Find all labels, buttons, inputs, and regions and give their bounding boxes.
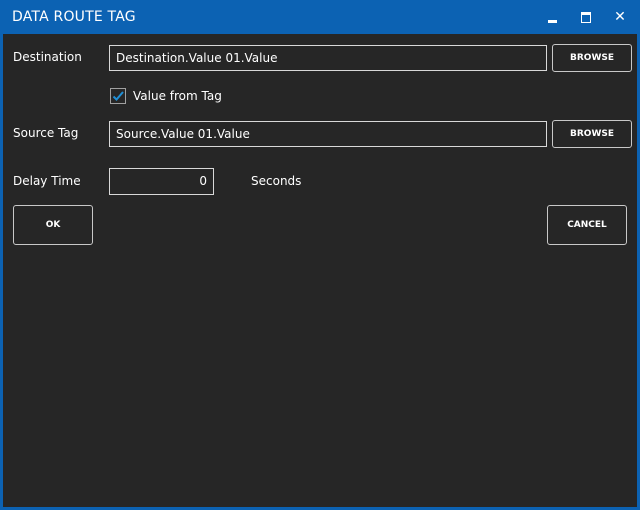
destination-value: Destination.Value 01.Value	[116, 51, 278, 65]
value-from-tag-label: Value from Tag	[133, 89, 222, 103]
cancel-button[interactable]: CANCEL	[547, 205, 627, 245]
source-tag-input[interactable]: Source.Value 01.Value	[109, 121, 547, 147]
dialog-body: Destination Destination.Value 01.Value B…	[3, 34, 637, 507]
dialog-window: DATA ROUTE TAG ✕ Destination Destination…	[0, 0, 640, 510]
delay-time-unit: Seconds	[251, 174, 302, 188]
source-tag-label: Source Tag	[13, 126, 79, 140]
checkmark-icon	[112, 91, 124, 101]
source-tag-browse-button[interactable]: BROWSE	[552, 120, 632, 148]
ok-button[interactable]: OK	[13, 205, 93, 245]
destination-browse-button[interactable]: BROWSE	[552, 44, 632, 72]
maximize-icon	[581, 12, 591, 23]
minimize-button[interactable]	[541, 6, 563, 28]
delay-time-input[interactable]: 0	[109, 168, 214, 195]
value-from-tag-checkbox[interactable]	[110, 88, 126, 104]
destination-input[interactable]: Destination.Value 01.Value	[109, 45, 547, 71]
minimize-icon	[548, 20, 557, 23]
delay-time-label: Delay Time	[13, 174, 81, 188]
close-icon: ✕	[614, 9, 626, 25]
delay-time-value: 0	[199, 174, 207, 188]
close-button[interactable]: ✕	[609, 6, 631, 28]
source-tag-value: Source.Value 01.Value	[116, 127, 250, 141]
title-bar[interactable]: DATA ROUTE TAG ✕	[0, 0, 640, 34]
window-title: DATA ROUTE TAG	[12, 9, 136, 25]
maximize-button[interactable]	[575, 6, 597, 28]
destination-label: Destination	[13, 50, 82, 64]
